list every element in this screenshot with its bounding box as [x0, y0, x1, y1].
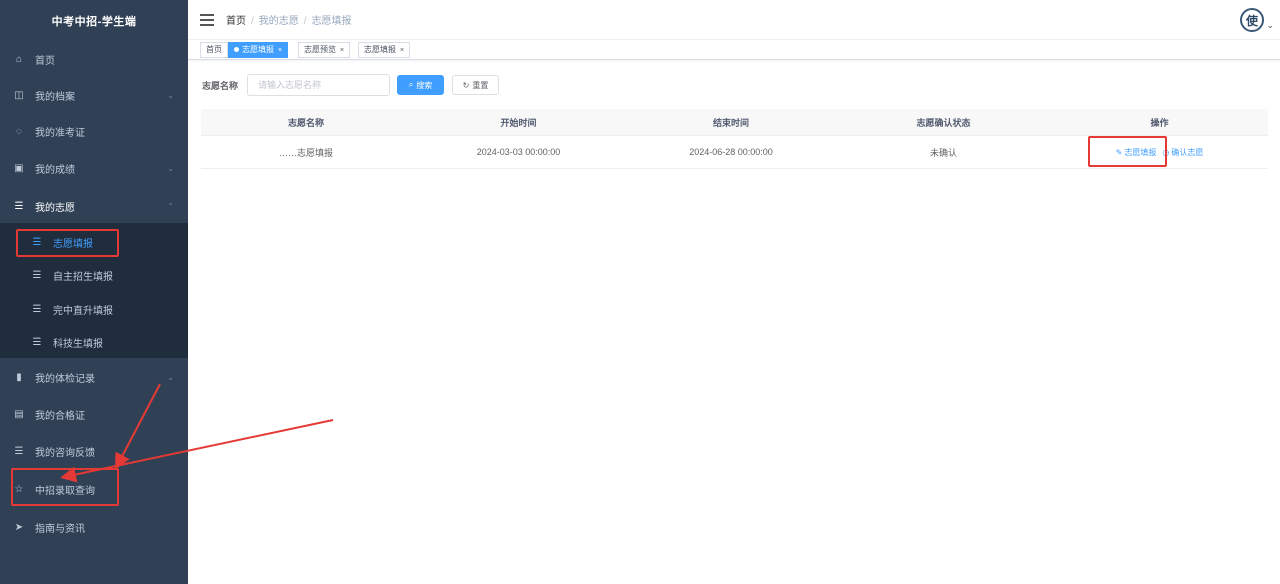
arrow-line — [60, 419, 334, 483]
arrow-line — [115, 383, 161, 470]
annotation-arrows — [60, 383, 334, 483]
